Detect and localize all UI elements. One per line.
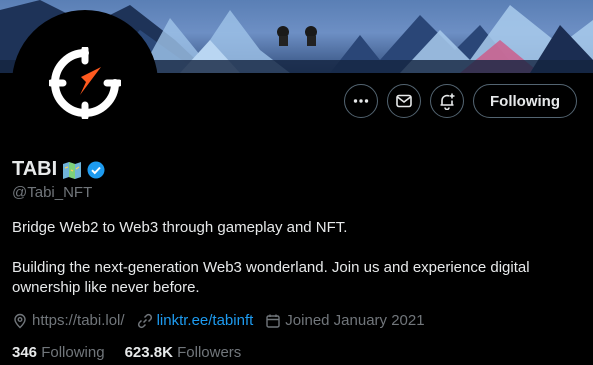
message-button[interactable] [387,84,422,118]
profile-stats: 346 Following 623.8K Followers [12,344,241,361]
following-count: 346 [12,344,38,361]
verified-badge-icon[interactable] [87,161,105,179]
profile-avatar[interactable] [12,10,158,156]
calendar-icon [266,314,280,328]
profile-actions: Following [344,84,577,118]
more-horizontal-icon [353,99,369,103]
bio-line-2: Building the next-generation Web3 wonder… [12,259,530,296]
location-pin-icon [14,313,26,328]
website-text: https://tabi.lol/ [32,312,125,329]
joined-text: Joined January 2021 [285,312,425,329]
profile-name: TABI [12,158,58,180]
following-label: Following [41,344,105,361]
envelope-icon [396,94,412,108]
profile-handle: @Tabi_NFT [12,184,93,201]
following-button[interactable]: Following [473,84,577,118]
tabi-logo-icon [49,47,121,119]
notifications-button[interactable] [430,84,465,118]
followers-count: 623.8K [124,344,173,361]
joined-item: Joined January 2021 [265,312,425,329]
link-item[interactable]: linktr.ee/tabinft [137,312,254,329]
bell-plus-icon [440,93,455,110]
website-item: https://tabi.lol/ [12,312,125,329]
profile-bio: Bridge Web2 to Web3 through gameplay and… [12,218,582,298]
profile-name-row: TABI [12,158,105,181]
map-emoji-icon [63,161,82,179]
profile-link[interactable]: linktr.ee/tabinft [157,312,254,329]
profile-meta: https://tabi.lol/ linktr.ee/tabinft Join… [12,312,437,329]
following-count-link[interactable]: 346 Following [12,344,105,361]
followers-label: Followers [177,344,242,361]
bio-line-1: Bridge Web2 to Web3 through gameplay and… [12,219,348,236]
followers-count-link[interactable]: 623.8K Followers [125,344,242,361]
link-icon [137,313,152,328]
more-button[interactable] [344,84,379,118]
